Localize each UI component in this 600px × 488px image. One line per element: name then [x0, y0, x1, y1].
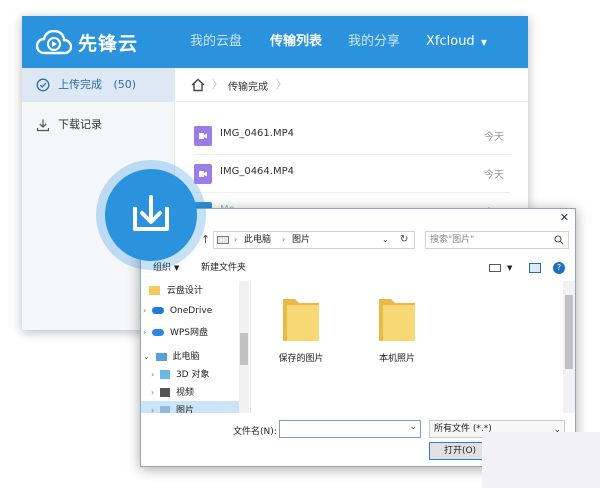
breadcrumb-current: 传输完成: [228, 82, 268, 93]
refresh-icon[interactable]: ↻: [400, 232, 408, 248]
cloud-play-icon: [36, 29, 72, 54]
filename-input[interactable]: ⌄: [279, 420, 421, 438]
scrollbar-thumb[interactable]: [240, 333, 248, 365]
file-open-dialog: ✕ ↑ › 此电脑 › 图片 ⌄ ↻ 搜索"图片" 组织 ▼ 新建文件夹 ▼ ?…: [140, 208, 576, 467]
tree-item-label: 云盘设计: [166, 286, 203, 296]
video-file-icon: [194, 126, 212, 146]
chevron-right-icon: ›: [151, 370, 155, 379]
3d-objects-icon: [160, 370, 171, 379]
chevron-down-icon: ⌄: [143, 352, 150, 361]
file-date: 今天: [484, 170, 504, 181]
upload-done-label: 上传完成: [58, 78, 102, 91]
folder-icon: [283, 299, 319, 341]
sidebar-item-download-record[interactable]: 下载记录: [22, 108, 175, 142]
address-segment[interactable]: 图片: [292, 232, 310, 248]
chevron-down-icon[interactable]: ⌄: [382, 232, 389, 248]
tree-item-label: 3D 对象: [175, 370, 210, 380]
search-input[interactable]: 搜索"图片": [425, 231, 569, 249]
tree-item-label: 此电脑: [172, 352, 200, 362]
view-mode-icon[interactable]: [489, 264, 501, 272]
onedrive-icon: [152, 307, 165, 314]
tree-item[interactable]: › 视频: [151, 383, 239, 403]
chevron-right-icon: ›: [282, 235, 286, 244]
close-icon[interactable]: ✕: [560, 211, 569, 224]
folder-icon: [379, 299, 415, 341]
breadcrumb: 〉 传输完成 〉: [176, 68, 528, 102]
download-icon: [36, 119, 50, 132]
nav-transfer-list[interactable]: 传输列表: [270, 16, 322, 68]
tree-item-label: OneDrive: [169, 306, 213, 316]
file-name: IMG_0464.MP4: [220, 166, 294, 177]
file-row[interactable]: IMG_0464.MP4 今天: [194, 155, 510, 193]
search-placeholder: 搜索"图片": [430, 235, 475, 245]
caret-down-icon[interactable]: ▼: [507, 257, 512, 279]
tree-item-label: 视频: [175, 388, 194, 398]
folder-icon: [149, 286, 160, 295]
brand-name: 先锋云: [78, 33, 139, 55]
download-badge: [96, 160, 206, 270]
download-record-label: 下载记录: [58, 118, 102, 131]
new-folder-button[interactable]: 新建文件夹: [201, 257, 246, 279]
nav-my-share[interactable]: 我的分享: [348, 16, 400, 68]
help-icon[interactable]: ?: [553, 262, 565, 274]
download-badge-inner: [105, 169, 197, 261]
tree-item[interactable]: › OneDrive: [143, 301, 239, 321]
check-circle-icon: [36, 78, 50, 92]
file-date: 今天: [484, 132, 504, 143]
upload-done-count: (50): [113, 78, 137, 91]
scrollbar-thumb[interactable]: [565, 295, 573, 369]
file-name: IMG_0461.MP4: [220, 128, 294, 139]
dialog-toolbar: 组织 ▼ 新建文件夹 ▼ ?: [141, 257, 575, 279]
filename-label: 文件名(N):: [233, 427, 277, 437]
tree-scrollbar[interactable]: [239, 281, 249, 413]
up-arrow-icon[interactable]: ↑: [201, 233, 210, 246]
chevron-right-icon: ›: [143, 306, 147, 315]
home-icon[interactable]: [190, 77, 206, 93]
chevron-right-icon: ›: [151, 388, 155, 397]
folder-item[interactable]: 本机照片: [377, 289, 457, 369]
main-scrollbar[interactable]: [563, 281, 575, 413]
folder-item[interactable]: 保存的图片: [275, 289, 355, 369]
download-tray-icon: [133, 195, 169, 231]
user-name: Xfcloud: [426, 34, 475, 49]
chevron-down-icon[interactable]: ⌄: [409, 422, 417, 432]
folder-name: 本机照片: [378, 354, 415, 364]
wps-cloud-icon: [152, 329, 165, 336]
folder-location-icon: [217, 236, 229, 244]
tree-item[interactable]: 云盘设计: [149, 281, 239, 301]
tree-item[interactable]: ⌄ 此电脑: [143, 347, 239, 367]
corner-watermark-area: [482, 432, 600, 488]
tree-item[interactable]: › 3D 对象: [151, 365, 239, 385]
user-menu[interactable]: Xfcloud ▼: [426, 16, 487, 68]
computer-icon: [155, 352, 167, 361]
tree-item-label: WPS网盘: [169, 328, 208, 338]
address-bar[interactable]: › 此电脑 › 图片 ⌄ ↻: [213, 231, 415, 249]
video-folder-icon: [160, 388, 171, 397]
preview-pane-icon[interactable]: [529, 263, 541, 273]
chevron-right-icon: ›: [151, 406, 155, 413]
search-icon: [554, 235, 564, 245]
tree-item[interactable]: › WPS网盘: [143, 323, 239, 343]
caret-down-icon: ▼: [480, 38, 487, 47]
chevron-right-icon: ›: [234, 235, 238, 244]
navigation-tree: 云盘设计 › OneDrive › WPS网盘 ⌄ 此电脑 › 3D 对象 › …: [141, 281, 251, 413]
address-segment[interactable]: 此电脑: [244, 232, 271, 248]
pictures-folder-icon: [160, 406, 171, 413]
chevron-right-icon: 〉: [212, 78, 223, 91]
top-navigation-bar: 先锋云 我的云盘 传输列表 我的分享 Xfcloud ▼: [22, 16, 528, 68]
folder-name: 保存的图片: [278, 354, 324, 364]
brand-logo[interactable]: 先锋云: [36, 29, 138, 56]
caret-down-icon: ▼: [173, 264, 180, 272]
sidebar-item-upload-done[interactable]: 上传完成 (50): [22, 68, 175, 102]
file-row[interactable]: IMG_0461.MP4 今天: [194, 117, 510, 155]
nav-my-cloud[interactable]: 我的云盘: [190, 16, 242, 68]
tree-item[interactable]: › 图片: [141, 401, 239, 413]
chevron-right-icon: ›: [143, 328, 147, 337]
tree-item-label: 图片: [175, 406, 194, 413]
chevron-right-icon: 〉: [276, 78, 287, 91]
